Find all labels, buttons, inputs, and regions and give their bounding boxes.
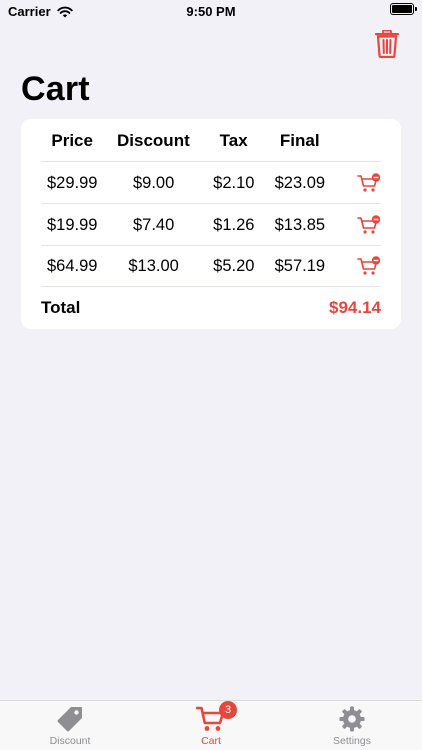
- status-bar: Carrier 9:50 PM: [0, 0, 422, 24]
- total-label: Total: [41, 297, 81, 317]
- header-discount: Discount: [117, 131, 190, 150]
- header-tax: Tax: [219, 131, 248, 150]
- header-final: Final: [279, 131, 320, 150]
- cart-count-badge: 3: [219, 701, 237, 719]
- remove-from-cart-icon[interactable]: [357, 256, 381, 276]
- tax-cell: $1.26: [213, 215, 255, 234]
- trash-icon: [375, 29, 399, 59]
- battery-icon: [390, 3, 417, 15]
- cart-table: Price Discount Tax Final $29.99 $9.00 $2…: [21, 119, 401, 329]
- tab-label: Discount: [49, 735, 91, 747]
- remove-from-cart-icon[interactable]: [357, 215, 381, 235]
- table-row: $19.99 $7.40 $1.26 $13.85: [41, 205, 381, 246]
- header-price: Price: [51, 131, 93, 150]
- discount-cell: $9.00: [132, 173, 175, 192]
- table-header: Price Discount Tax Final: [41, 121, 381, 162]
- price-cell: $64.99: [47, 256, 98, 275]
- price-cell: $29.99: [47, 173, 98, 192]
- final-cell: $23.09: [274, 173, 326, 192]
- total-row: Total $94.14: [21, 287, 401, 328]
- price-cell: $19.99: [47, 215, 98, 234]
- tab-label: Settings: [333, 735, 371, 747]
- tag-icon: [57, 707, 82, 732]
- tab-bar: Discount 3 Cart Settings: [0, 700, 422, 750]
- discount-cell: $13.00: [128, 256, 179, 275]
- final-cell: $57.19: [274, 256, 326, 275]
- tab-label: Cart: [201, 735, 221, 747]
- tab-discount[interactable]: Discount: [20, 705, 120, 749]
- tab-settings[interactable]: Settings: [302, 705, 402, 749]
- status-time: 9:50 PM: [186, 4, 236, 19]
- clear-cart-button[interactable]: [374, 29, 400, 59]
- discount-cell: $7.40: [132, 215, 175, 234]
- total-value: $94.14: [329, 297, 381, 317]
- table-row: $64.99 $13.00 $5.20 $57.19: [41, 246, 381, 287]
- remove-from-cart-icon[interactable]: [357, 173, 381, 193]
- tax-cell: $2.10: [213, 173, 255, 192]
- final-cell: $13.85: [274, 215, 326, 234]
- gear-icon: [339, 706, 365, 732]
- table-row: $29.99 $9.00 $2.10 $23.09: [41, 163, 381, 204]
- tab-cart[interactable]: 3 Cart: [161, 701, 261, 749]
- tax-cell: $5.20: [213, 256, 255, 275]
- page-title: Cart: [21, 70, 90, 108]
